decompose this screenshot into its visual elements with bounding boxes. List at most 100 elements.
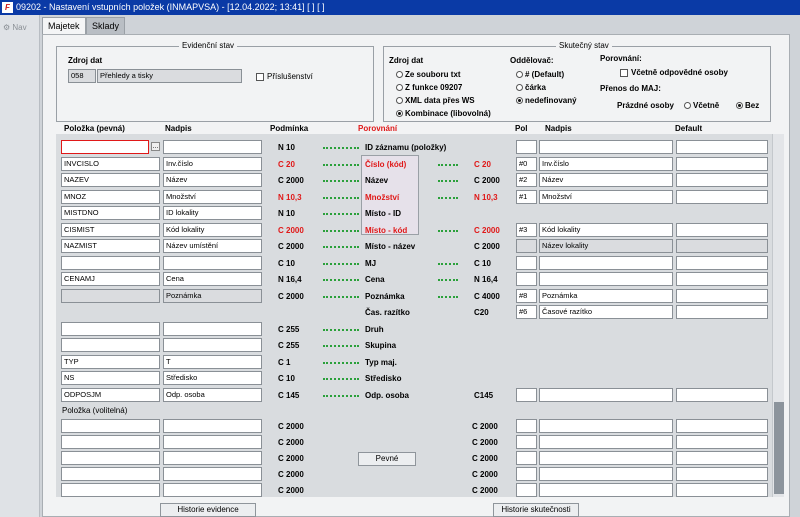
optional-nadpis-field[interactable] xyxy=(163,467,262,481)
pol-field[interactable]: #0 xyxy=(516,157,537,171)
zdroj-code-field[interactable]: 058 xyxy=(68,69,96,83)
polozka-field[interactable]: MISTDNO xyxy=(61,206,160,220)
radio-ze-souboru[interactable]: Ze souboru txt xyxy=(396,70,461,79)
historie-evidence-button[interactable]: Historie evidence xyxy=(160,503,256,517)
default-field[interactable] xyxy=(676,289,768,303)
default-field[interactable] xyxy=(676,223,768,237)
polozka-field[interactable]: CENAMJ xyxy=(61,272,160,286)
nadpis-field[interactable]: Název umístění xyxy=(163,239,262,253)
optional-nadpis2-field[interactable] xyxy=(539,419,673,433)
nadpis-field[interactable] xyxy=(163,140,262,154)
polozka-field[interactable] xyxy=(61,256,160,270)
nadpis2-field[interactable]: Název lokality xyxy=(539,239,673,253)
polozka-field[interactable]: MNOZ xyxy=(61,190,160,204)
optional-pol-field[interactable] xyxy=(516,467,537,481)
pevne-button[interactable]: Pevné xyxy=(358,452,416,466)
nadpis-field[interactable]: Inv.číslo xyxy=(163,157,262,171)
nav-toggle[interactable]: ⚙ Nav xyxy=(3,23,27,32)
optional-default-field[interactable] xyxy=(676,467,768,481)
zdroj-value-field[interactable]: Přehledy a tisky xyxy=(97,69,242,83)
default-field[interactable] xyxy=(676,239,768,253)
optional-nadpis-field[interactable] xyxy=(163,419,262,433)
nadpis2-field[interactable]: Název xyxy=(539,173,673,187)
nadpis-field[interactable] xyxy=(163,338,262,352)
optional-polozka-field[interactable] xyxy=(61,435,160,449)
optional-pol-field[interactable] xyxy=(516,451,537,465)
nadpis2-field[interactable] xyxy=(539,140,673,154)
nadpis-field[interactable]: Středisko xyxy=(163,371,262,385)
nadpis2-field[interactable]: Kód lokality xyxy=(539,223,673,237)
radio-default[interactable]: # (Default) xyxy=(516,70,564,79)
nadpis-field[interactable]: ID lokality xyxy=(163,206,262,220)
pol-field[interactable] xyxy=(516,140,537,154)
historie-skutecnosti-button[interactable]: Historie skutečnosti xyxy=(493,503,579,517)
polozka-field[interactable]: CISMIST xyxy=(61,223,160,237)
polozka-field[interactable] xyxy=(61,338,160,352)
pol-field[interactable] xyxy=(516,256,537,270)
pol-field[interactable] xyxy=(516,388,537,402)
polozka-field[interactable]: ODPOSJM xyxy=(61,388,160,402)
polozka-field[interactable]: NAZEV xyxy=(61,173,160,187)
nadpis-field[interactable]: Odp. osoba xyxy=(163,388,262,402)
nadpis2-field[interactable] xyxy=(539,256,673,270)
nadpis2-field[interactable]: Inv.číslo xyxy=(539,157,673,171)
radio-xml-data[interactable]: XML data přes WS xyxy=(396,96,475,105)
optional-polozka-field[interactable] xyxy=(61,419,160,433)
default-field[interactable] xyxy=(676,190,768,204)
pol-field[interactable]: #3 xyxy=(516,223,537,237)
vertical-scrollbar[interactable] xyxy=(772,134,784,497)
default-field[interactable] xyxy=(676,388,768,402)
ellipsis-button[interactable]: ... xyxy=(151,142,160,151)
optional-nadpis2-field[interactable] xyxy=(539,467,673,481)
default-field[interactable] xyxy=(676,305,768,319)
polozka-field[interactable] xyxy=(61,289,160,303)
nadpis-field[interactable] xyxy=(163,256,262,270)
optional-polozka-field[interactable] xyxy=(61,451,160,465)
optional-default-field[interactable] xyxy=(676,451,768,465)
optional-default-field[interactable] xyxy=(676,483,768,497)
pol-field[interactable] xyxy=(516,239,537,253)
default-field[interactable] xyxy=(676,140,768,154)
radio-nedefinovany[interactable]: nedefinovaný xyxy=(516,96,577,105)
default-field[interactable] xyxy=(676,157,768,171)
polozka-field[interactable]: INVCISLO xyxy=(61,157,160,171)
nadpis2-field[interactable]: Množství xyxy=(539,190,673,204)
radio-vcetne[interactable]: Včetně xyxy=(684,101,719,110)
polozka-field[interactable] xyxy=(61,322,160,336)
optional-default-field[interactable] xyxy=(676,419,768,433)
radio-carka[interactable]: čárka xyxy=(516,83,546,92)
nadpis-field[interactable]: Množství xyxy=(163,190,262,204)
nadpis2-field[interactable] xyxy=(539,388,673,402)
polozka-field[interactable]: NAZMIST xyxy=(61,239,160,253)
nadpis-field[interactable]: Název xyxy=(163,173,262,187)
optional-nadpis-field[interactable] xyxy=(163,483,262,497)
polozka-field[interactable]: NS xyxy=(61,371,160,385)
nadpis-field[interactable]: T xyxy=(163,355,262,369)
pol-field[interactable]: #1 xyxy=(516,190,537,204)
optional-polozka-field[interactable] xyxy=(61,467,160,481)
pol-field[interactable]: #2 xyxy=(516,173,537,187)
optional-pol-field[interactable] xyxy=(516,483,537,497)
optional-nadpis2-field[interactable] xyxy=(539,483,673,497)
nadpis-field[interactable] xyxy=(163,322,262,336)
radio-kombinace[interactable]: Kombinace (libovolná) xyxy=(396,109,491,118)
pol-field[interactable]: #6 xyxy=(516,305,537,319)
prislusenstvi-checkbox[interactable]: Příslušenství xyxy=(256,72,313,81)
pol-field[interactable]: #8 xyxy=(516,289,537,303)
optional-nadpis2-field[interactable] xyxy=(539,451,673,465)
radio-z-funkce[interactable]: Z funkce 09207 xyxy=(396,83,462,92)
optional-default-field[interactable] xyxy=(676,435,768,449)
vcetne-osoby-checkbox[interactable]: Včetně odpovědné osoby xyxy=(620,68,728,77)
pol-field[interactable] xyxy=(516,272,537,286)
polozka-field[interactable] xyxy=(61,140,149,154)
polozka-field[interactable]: TYP xyxy=(61,355,160,369)
optional-pol-field[interactable] xyxy=(516,435,537,449)
radio-bez[interactable]: Bez xyxy=(736,101,759,110)
default-field[interactable] xyxy=(676,256,768,270)
tab-majetek[interactable]: Majetek xyxy=(42,17,86,35)
nadpis-field[interactable]: Poznámka xyxy=(163,289,262,303)
tab-sklady[interactable]: Sklady xyxy=(86,17,126,34)
optional-nadpis-field[interactable] xyxy=(163,435,262,449)
optional-nadpis-field[interactable] xyxy=(163,451,262,465)
default-field[interactable] xyxy=(676,173,768,187)
